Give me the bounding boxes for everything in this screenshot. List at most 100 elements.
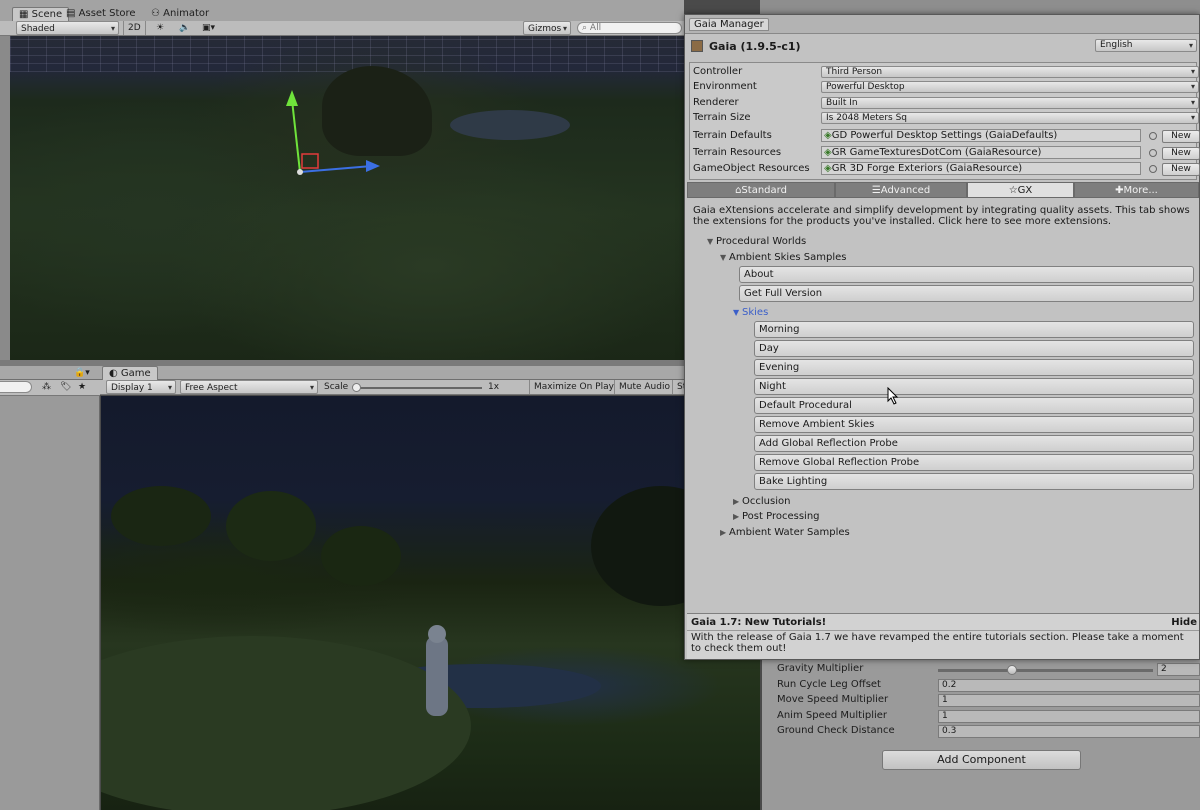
terrain-defaults-field[interactable]: ◈GD Powerful Desktop Settings (GaiaDefau… xyxy=(821,129,1141,142)
mute-audio-toggle[interactable]: Mute Audio xyxy=(614,380,674,394)
lighting-icon[interactable]: ☀ xyxy=(152,21,168,35)
about-button[interactable]: About xyxy=(739,266,1194,283)
run-cycle-leg-offset-label: Run Cycle Leg Offset xyxy=(777,679,881,690)
night-button[interactable]: Night xyxy=(754,378,1194,395)
terrain-defaults-label: Terrain Defaults xyxy=(693,130,772,141)
star-icon[interactable]: ★ xyxy=(74,380,90,394)
add-component-button[interactable]: Add Component xyxy=(882,750,1081,770)
gravity-multiplier-field[interactable]: 2 xyxy=(1157,663,1200,676)
hierarchy-toolbar: ⁂ 🏷 ★ xyxy=(0,380,100,396)
transform-gizmo[interactable] xyxy=(280,86,400,186)
notice-hide-button[interactable]: Hide xyxy=(1171,617,1197,628)
mode-2d-button[interactable]: 2D xyxy=(123,21,146,35)
tab-standard[interactable]: ⌂Standard xyxy=(687,182,835,198)
asset-icon: ◈ xyxy=(824,147,832,158)
scene-view[interactable] xyxy=(10,36,684,360)
anim-speed-multiplier-field[interactable]: 1 xyxy=(938,710,1200,723)
terrain-size-dropdown[interactable]: Is 2048 Meters Sq xyxy=(821,112,1199,124)
tab-more[interactable]: ✚More... xyxy=(1074,182,1199,198)
asset-icon: ◈ xyxy=(824,163,832,174)
renderer-dropdown[interactable]: Built In xyxy=(821,97,1199,109)
gaia-window-tab[interactable]: Gaia Manager xyxy=(689,18,769,31)
terrain-resources-new-button[interactable]: New xyxy=(1162,147,1200,160)
aspect-dropdown[interactable]: Free Aspect xyxy=(180,380,318,395)
effects-icon[interactable]: ▣▾ xyxy=(198,21,219,35)
game-icon: ◐ xyxy=(109,368,121,379)
search-icon: ⌕ xyxy=(582,23,588,33)
tab-animator[interactable]: ⚇ Animator xyxy=(145,7,215,21)
gaia-manager-window[interactable]: Gaia Manager Gaia (1.9.5-c1) English Con… xyxy=(684,14,1200,660)
scene-icon: ▦ xyxy=(19,9,32,20)
tutorial-notice: Gaia 1.7: New Tutorials! Hide With the r… xyxy=(687,613,1199,659)
tab-asset-store[interactable]: ▤ Asset Store xyxy=(60,7,142,21)
get-full-version-button[interactable]: Get Full Version xyxy=(739,285,1194,302)
display-dropdown[interactable]: Display 1 xyxy=(106,380,176,395)
star-icon: ☆ xyxy=(1008,185,1018,196)
tab-gx[interactable]: ☆GX xyxy=(967,182,1074,198)
inspector-tabbar xyxy=(760,0,1200,14)
tree-ambient-skies-samples[interactable]: ▼ Ambient Skies Samples xyxy=(720,251,846,265)
gaia-tabs: ⌂Standard ☰Advanced ☆GX ✚More... xyxy=(687,182,1199,198)
scene-left-strip xyxy=(0,36,10,360)
maximize-on-play-toggle[interactable]: Maximize On Play xyxy=(529,380,618,394)
anim-speed-multiplier-label: Anim Speed Multiplier xyxy=(777,710,888,721)
gx-description[interactable]: Gaia eXtensions accelerate and simplify … xyxy=(693,205,1193,227)
chevron-down-icon: ▼ xyxy=(707,237,714,246)
tree-occlusion[interactable]: ▶ Occlusion xyxy=(733,495,790,509)
bake-lighting-button[interactable]: Bake Lighting xyxy=(754,473,1194,490)
notice-title: Gaia 1.7: New Tutorials! xyxy=(691,617,827,628)
tree-skies[interactable]: ▼ Skies xyxy=(733,306,768,320)
gameobject-resources-new-button[interactable]: New xyxy=(1162,163,1200,176)
tab-game[interactable]: ◐ Game xyxy=(102,366,158,380)
tree-ambient-water-samples[interactable]: ▶ Ambient Water Samples xyxy=(720,526,850,540)
gravity-multiplier-slider[interactable] xyxy=(938,669,1153,672)
day-button[interactable]: Day xyxy=(754,340,1194,357)
audio-icon[interactable]: 🔈 xyxy=(175,21,194,35)
remove-ambient-skies-button[interactable]: Remove Ambient Skies xyxy=(754,416,1194,433)
hierarchy-search-input[interactable] xyxy=(0,381,32,393)
shading-mode-dropdown[interactable]: Shaded xyxy=(16,21,119,36)
list-icon: ☰ xyxy=(871,185,881,196)
scale-slider-knob[interactable] xyxy=(352,383,361,392)
default-procedural-button[interactable]: Default Procedural xyxy=(754,397,1194,414)
filter-icon[interactable]: ⁂ xyxy=(38,380,55,394)
tree-procedural-worlds[interactable]: ▼ Procedural Worlds xyxy=(707,235,806,249)
mouse-cursor-icon xyxy=(887,387,899,405)
object-picker-icon[interactable] xyxy=(1149,132,1157,140)
remove-global-reflection-probe-button[interactable]: Remove Global Reflection Probe xyxy=(754,454,1194,471)
terrain-defaults-new-button[interactable]: New xyxy=(1162,130,1200,143)
tree-post-processing[interactable]: ▶ Post Processing xyxy=(733,510,820,524)
gameobject-resources-field[interactable]: ◈GR 3D Forge Exteriors (GaiaResource) xyxy=(821,162,1141,175)
object-picker-icon[interactable] xyxy=(1149,149,1157,157)
scale-slider[interactable] xyxy=(354,387,482,389)
controller-label: Controller xyxy=(693,66,743,77)
evening-button[interactable]: Evening xyxy=(754,359,1194,376)
add-global-reflection-probe-button[interactable]: Add Global Reflection Probe xyxy=(754,435,1194,452)
ground-check-distance-field[interactable]: 0.3 xyxy=(938,725,1200,738)
asset-icon: ◈ xyxy=(824,130,832,141)
run-cycle-leg-offset-field[interactable]: 0.2 xyxy=(938,679,1200,692)
morning-button[interactable]: Morning xyxy=(754,321,1194,338)
language-dropdown[interactable]: English xyxy=(1095,39,1197,52)
scene-grid xyxy=(10,36,684,72)
notice-body[interactable]: With the release of Gaia 1.7 we have rev… xyxy=(691,632,1196,654)
scale-label: Scale xyxy=(324,382,349,392)
environment-dropdown[interactable]: Powerful Desktop xyxy=(821,81,1199,93)
controller-dropdown[interactable]: Third Person xyxy=(821,66,1199,78)
scene-search-input[interactable]: ⌕ All xyxy=(577,22,682,34)
tab-advanced[interactable]: ☰Advanced xyxy=(835,182,967,198)
move-speed-multiplier-field[interactable]: 1 xyxy=(938,694,1200,707)
animator-icon: ⚇ xyxy=(151,8,164,19)
lock-icon[interactable]: 🔒▾ xyxy=(70,366,94,380)
hierarchy-panel[interactable] xyxy=(0,396,100,810)
chevron-right-icon: ▶ xyxy=(733,512,740,521)
game-view[interactable] xyxy=(101,396,760,810)
gaia-titlebar[interactable]: Gaia Manager xyxy=(685,15,1199,34)
object-picker-icon[interactable] xyxy=(1149,165,1157,173)
label-icon[interactable]: 🏷 xyxy=(56,380,75,394)
gravity-multiplier-knob[interactable] xyxy=(1007,665,1017,675)
terrain-resources-field[interactable]: ◈GR GameTexturesDotCom (GaiaResource) xyxy=(821,146,1141,159)
scene-lake xyxy=(450,110,570,140)
gizmos-dropdown[interactable]: Gizmos xyxy=(523,21,571,36)
scale-value: 1x xyxy=(488,382,500,392)
